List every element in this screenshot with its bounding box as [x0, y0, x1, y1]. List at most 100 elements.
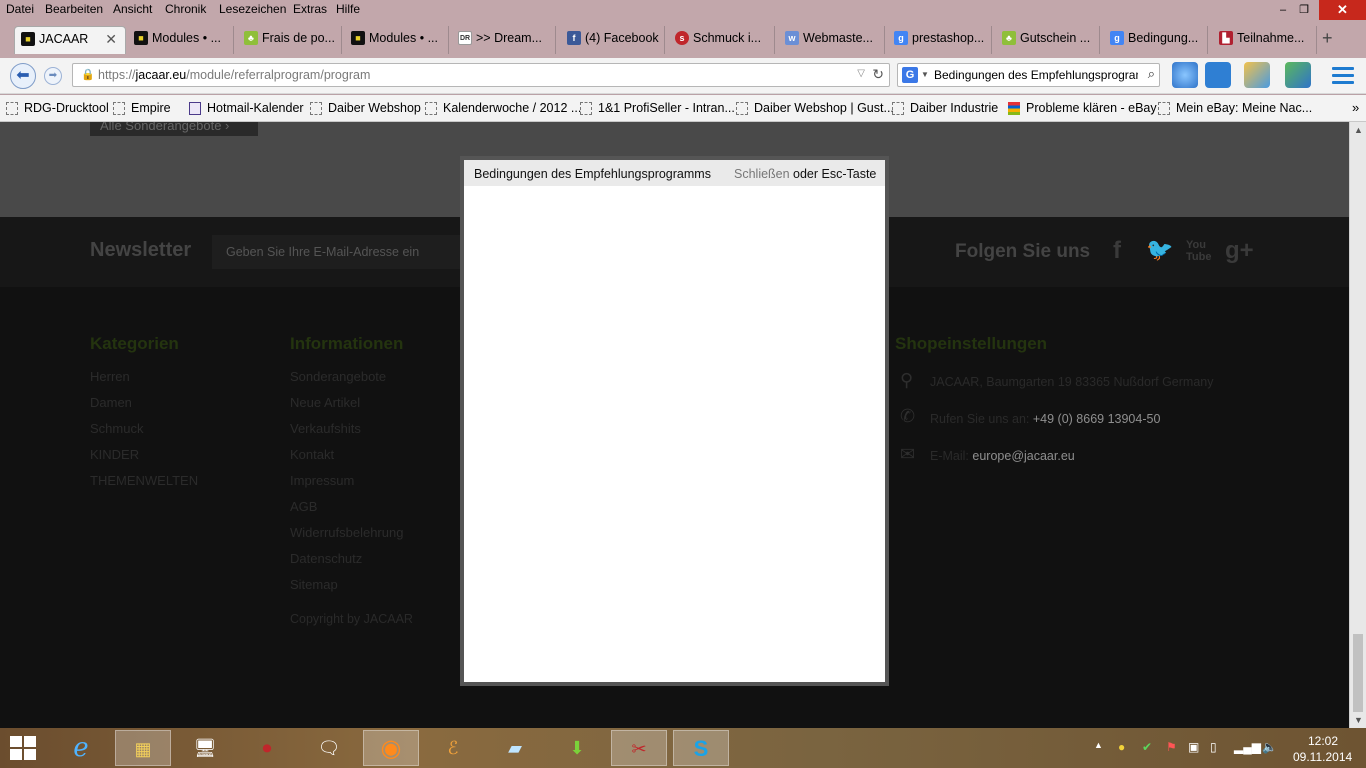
media-player-icon[interactable]: ⏺ — [239, 730, 295, 766]
tab-bedingungen[interactable]: g Bedingung... — [1104, 26, 1208, 54]
google-icon[interactable]: G — [902, 67, 918, 83]
footer-link-widerruf[interactable]: Widerrufsbelehrung — [290, 525, 403, 540]
search-bar[interactable]: G ▼ Bedingungen des Empfehlungsprogramme… — [897, 63, 1160, 87]
tab-teilnahme[interactable]: ▙ Teilnahme... — [1213, 26, 1317, 54]
hamburger-menu-icon[interactable] — [1330, 63, 1356, 89]
url-text[interactable]: https://jacaar.eu/module/referralprogram… — [98, 68, 370, 82]
footer-link-schmuck[interactable]: Schmuck — [90, 421, 143, 436]
twitter-icon[interactable]: 🐦 — [1146, 237, 1173, 263]
chat-icon[interactable]: 🗨 — [301, 730, 357, 766]
menu-extras[interactable]: Extras — [293, 2, 327, 16]
bookmark-item[interactable]: Kalenderwoche / 2012 ... — [425, 101, 581, 115]
tab-modules-2[interactable]: ■ Modules • ... — [345, 26, 449, 54]
menu-chronik[interactable]: Chronik — [165, 2, 206, 16]
reload-icon[interactable]: ↻ — [872, 66, 884, 83]
url-bar[interactable]: 🔒 https://jacaar.eu/module/referralprogr… — [72, 63, 890, 87]
tab-dream[interactable]: DR >> Dream... — [452, 26, 556, 54]
menu-lesezeichen[interactable]: Lesezeichen — [219, 2, 286, 16]
dropdown-arrow-icon[interactable]: ▽ — [857, 68, 865, 79]
email-link[interactable]: europe@jacaar.eu — [972, 449, 1074, 463]
firefox-icon[interactable]: ◉ — [363, 730, 419, 766]
close-icon[interactable]: ✕ — [105, 27, 117, 51]
tab-frais[interactable]: ♣ Frais de po... — [238, 26, 342, 54]
scrollbar-thumb[interactable] — [1353, 634, 1363, 712]
tool-icon[interactable]: ✂ — [611, 730, 667, 766]
tab-webmaster[interactable]: w Webmaste... — [779, 26, 885, 54]
scroll-up-arrow-icon[interactable]: ▲ — [1354, 125, 1363, 135]
phone-number[interactable]: +49 (0) 8669 13904-50 — [1033, 412, 1161, 426]
tab-modules-1[interactable]: ■ Modules • ... — [128, 26, 234, 54]
bookmark-item[interactable]: Daiber Webshop — [310, 101, 421, 115]
footer-link-verkaufshits[interactable]: Verkaufshits — [290, 421, 361, 436]
tab-prestashop[interactable]: g prestashop... — [888, 26, 992, 54]
bookmarks-list-icon[interactable] — [1205, 62, 1231, 88]
tray-display-icon[interactable]: ▣ — [1188, 740, 1199, 754]
footer-link-kontakt[interactable]: Kontakt — [290, 447, 334, 462]
footer-link-kinder[interactable]: KINDER — [90, 447, 139, 462]
internet-explorer-icon[interactable]: e — [53, 730, 109, 766]
footer-link-damen[interactable]: Damen — [90, 395, 132, 410]
tray-shield-icon[interactable]: ● — [1118, 740, 1125, 754]
remote-desktop-icon[interactable]: 🖥 — [177, 730, 233, 766]
home-icon[interactable] — [1285, 62, 1311, 88]
bookmark-item[interactable]: RDG-Drucktool — [6, 101, 109, 115]
tray-security-icon[interactable]: ✔ — [1142, 740, 1152, 754]
clock-time[interactable]: 12:02 — [1308, 734, 1338, 748]
footer-link-herren[interactable]: Herren — [90, 369, 130, 384]
window-maximize-button[interactable]: ❐ — [1291, 0, 1317, 20]
chevron-down-icon[interactable]: ▼ — [921, 70, 929, 79]
footer-link-sitemap[interactable]: Sitemap — [290, 577, 338, 592]
footer-link-neue-artikel[interactable]: Neue Artikel — [290, 395, 360, 410]
file-explorer-icon[interactable]: ▦ — [115, 730, 171, 766]
youtube-icon[interactable]: You Tube — [1186, 239, 1211, 263]
bookmark-item[interactable]: Empire — [113, 101, 171, 115]
bookmark-item[interactable]: Daiber Industrie — [892, 101, 998, 115]
back-button[interactable]: ⬅ — [10, 63, 36, 89]
tray-expand-icon[interactable]: ▲ — [1094, 740, 1103, 750]
network-icon[interactable]: ▂▄▆ — [1234, 740, 1261, 754]
notes-icon[interactable]: ▰ — [487, 730, 543, 766]
bookmark-item[interactable]: 1&1 ProfiSeller - Intran... — [580, 101, 735, 115]
search-input[interactable]: Bedingungen des Empfehlungsprogrammes — [934, 68, 1138, 82]
addon-edit-icon[interactable] — [1244, 62, 1270, 88]
page-scrollbar[interactable]: ▲ ▼ — [1349, 122, 1366, 728]
volume-icon[interactable]: 🔈 — [1262, 740, 1277, 754]
bookmark-label: Daiber Webshop — [328, 101, 421, 115]
menu-ansicht[interactable]: Ansicht — [113, 2, 152, 16]
footer-link-datenschutz[interactable]: Datenschutz — [290, 551, 362, 566]
start-button[interactable] — [10, 736, 38, 762]
clock-date[interactable]: 09.11.2014 — [1293, 750, 1352, 764]
tab-gutschein[interactable]: ♣ Gutschein ... — [996, 26, 1100, 54]
forward-button[interactable]: ➡ — [44, 67, 62, 85]
bookmark-item[interactable]: Hotmail-Kalender — [189, 101, 304, 115]
bookmark-item[interactable]: Probleme klären - eBay — [1008, 101, 1157, 115]
footer-link-themenwelten[interactable]: THEMENWELTEN — [90, 473, 198, 488]
footer-link-impressum[interactable]: Impressum — [290, 473, 354, 488]
menu-hilfe[interactable]: Hilfe — [336, 2, 360, 16]
bookmarks-overflow-button[interactable]: » — [1352, 100, 1359, 115]
menu-bearbeiten[interactable]: Bearbeiten — [45, 2, 103, 16]
facebook-icon[interactable]: f — [1113, 237, 1121, 265]
footer-link-agb[interactable]: AGB — [290, 499, 317, 514]
window-close-button[interactable]: ✕ — [1319, 0, 1366, 20]
download-icon[interactable]: ⬇ — [549, 730, 605, 766]
tray-flag-icon[interactable]: ⚑ — [1166, 740, 1177, 754]
new-tab-button[interactable]: + — [1322, 28, 1333, 49]
battery-icon[interactable]: ▯ — [1210, 740, 1217, 754]
bookmark-item[interactable]: Daiber Webshop | Gust... — [736, 101, 894, 115]
tab-jacaar[interactable]: ■ JACAAR ✕ — [14, 26, 126, 54]
search-icon[interactable]: ⌕ — [1148, 66, 1155, 82]
footer-link-sonderangebote[interactable]: Sonderangebote — [290, 369, 386, 384]
menu-datei[interactable]: Datei — [6, 2, 34, 16]
editor-icon[interactable]: ℰ — [425, 730, 481, 766]
tab-schmuck[interactable]: s Schmuck i... — [669, 26, 775, 54]
scroll-down-arrow-icon[interactable]: ▼ — [1354, 715, 1363, 725]
tab-facebook[interactable]: f (4) Facebook — [561, 26, 665, 54]
skype-icon[interactable]: S — [673, 730, 729, 766]
bookmark-item[interactable]: Mein eBay: Meine Nac... — [1158, 101, 1312, 115]
all-specials-button[interactable]: Alle Sonderangebote › — [90, 122, 258, 136]
newsletter-email-input[interactable]: Geben Sie Ihre E-Mail-Adresse ein — [212, 235, 462, 269]
modal-close-button[interactable]: Schließen — [734, 167, 790, 181]
addon-balloon-icon[interactable] — [1172, 62, 1198, 88]
google-plus-icon[interactable]: g+ — [1225, 237, 1254, 265]
